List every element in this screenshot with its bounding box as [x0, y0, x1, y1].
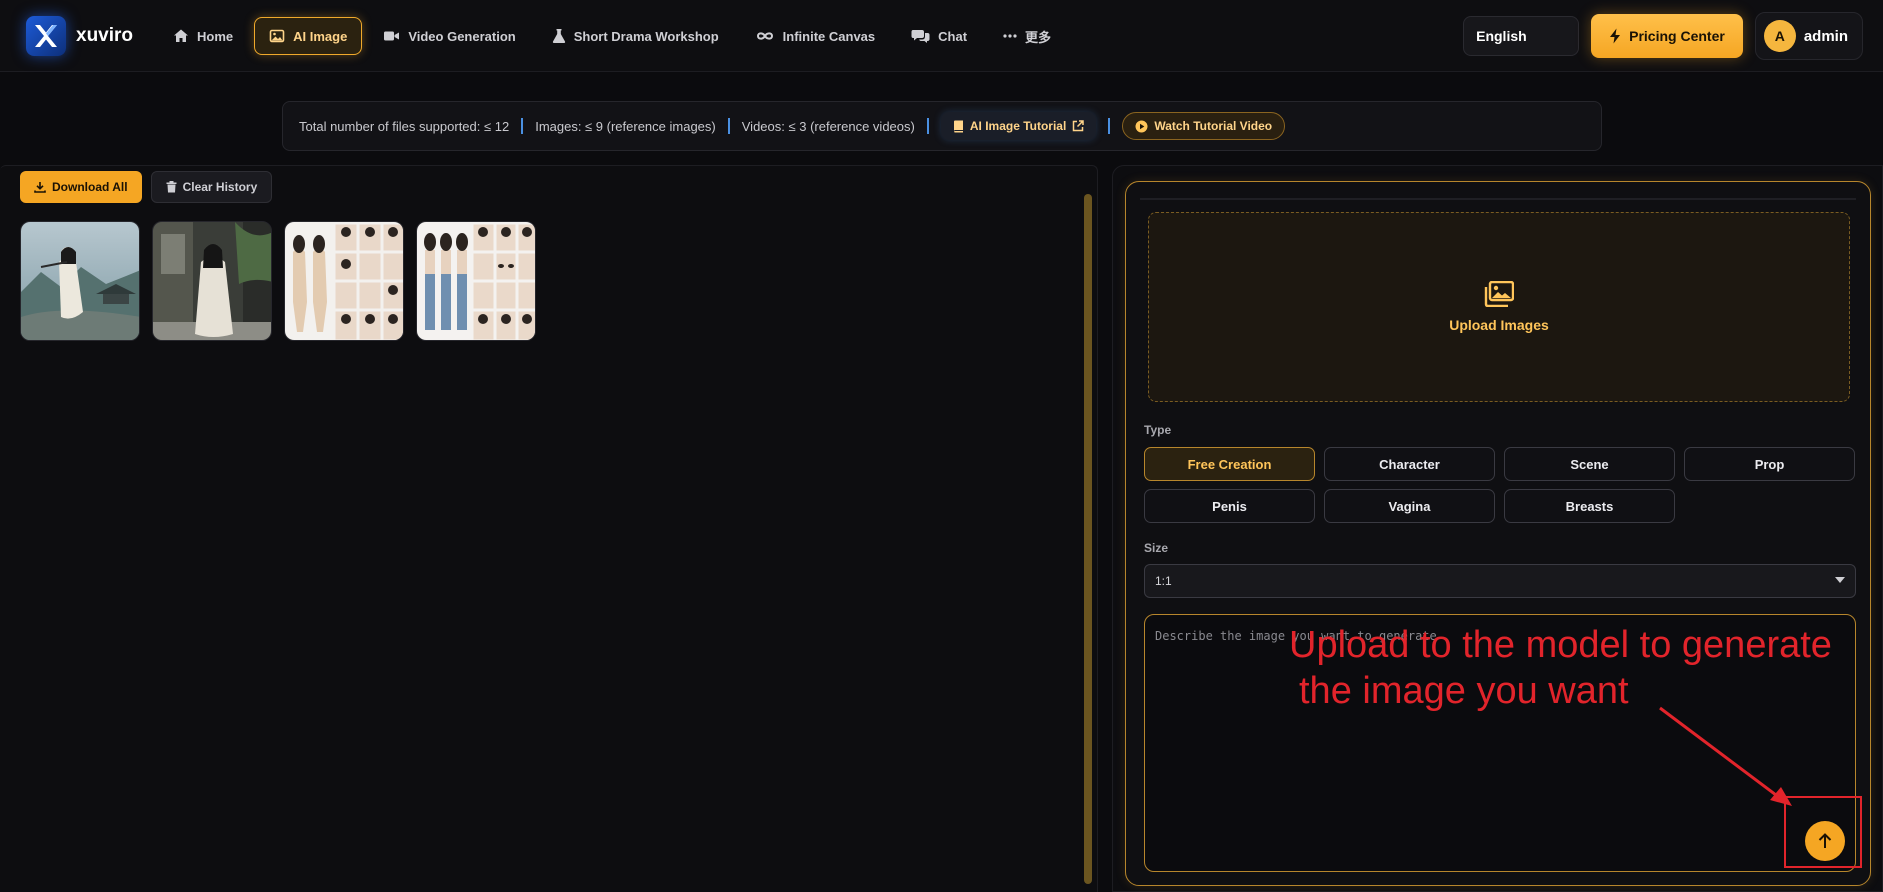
chat-icon: [911, 30, 930, 43]
caret-down-icon: [1835, 577, 1845, 583]
annotation-line-1: Upload to the model to generate: [1289, 624, 1832, 666]
nav-short-drama-workshop[interactable]: Short Drama Workshop: [537, 17, 734, 55]
nav-chat[interactable]: Chat: [896, 17, 982, 55]
external-link-icon: [1073, 120, 1085, 132]
size-value: 1:1: [1155, 574, 1172, 588]
x-logo-icon: [26, 16, 66, 56]
download-icon: [34, 182, 46, 193]
nav-chat-label: Chat: [938, 28, 968, 44]
pricing-center-button[interactable]: Pricing Center: [1591, 14, 1743, 58]
divider: [727, 118, 730, 134]
size-label: Size: [1144, 541, 1169, 555]
trash-icon: [166, 181, 177, 193]
type-options: Free Creation Character Scene Prop Penis…: [1144, 447, 1856, 523]
type-character[interactable]: Character: [1324, 447, 1495, 481]
image-icon: [269, 29, 285, 43]
divider: [1108, 118, 1111, 134]
type-breasts[interactable]: Breasts: [1504, 489, 1675, 523]
annotation-line-2: the image you want: [1299, 670, 1629, 712]
nav-home[interactable]: Home: [158, 17, 248, 55]
generate-submit-button[interactable]: [1805, 821, 1845, 861]
username: admin: [1803, 27, 1848, 45]
divider: [1140, 198, 1856, 200]
play-circle-icon: [1135, 120, 1148, 132]
watch-tutorial-video-label: Watch Tutorial Video: [1154, 119, 1273, 133]
history-panel: Download All Clear History: [0, 165, 1098, 892]
upload-images-dropzone[interactable]: Upload Images: [1148, 212, 1850, 402]
nav-ai-image[interactable]: AI Image: [254, 17, 363, 55]
top-navbar: xuviro Home AI Image Video Generation Sh…: [0, 0, 1883, 72]
nav-right: English Pricing Center A admin: [1463, 12, 1863, 60]
nav-video-generation-label: Video Generation: [408, 28, 516, 44]
type-prop[interactable]: Prop: [1684, 447, 1855, 481]
generator-card: Upload Images Type Free Creation Charact…: [1125, 181, 1871, 886]
ai-image-tutorial-label: AI Image Tutorial: [969, 119, 1067, 133]
nav-infinite-canvas-label: Infinite Canvas: [782, 28, 876, 44]
infinity-icon: [756, 32, 773, 40]
history-thumbnails: [20, 221, 536, 341]
history-thumbnail[interactable]: [284, 221, 404, 341]
type-vagina[interactable]: Vagina: [1324, 489, 1495, 523]
nav-infinite-canvas[interactable]: Infinite Canvas: [740, 17, 890, 55]
upload-images-label: Upload Images: [1449, 317, 1549, 333]
watch-tutorial-video-button[interactable]: Watch Tutorial Video: [1122, 112, 1286, 140]
clear-history-label: Clear History: [182, 180, 258, 194]
size-select[interactable]: 1:1: [1144, 564, 1856, 598]
clear-history-button[interactable]: Clear History: [150, 171, 273, 203]
language-select[interactable]: English: [1463, 16, 1580, 56]
book-icon: [953, 120, 963, 132]
videos-limit: Videos: ≤ 3 (reference videos): [741, 118, 915, 134]
history-scrollbar[interactable]: [1084, 194, 1092, 884]
nav-more[interactable]: 更多: [988, 17, 1066, 55]
images-limit: Images: ≤ 9 (reference images): [535, 118, 716, 134]
avatar: A: [1763, 20, 1796, 52]
home-icon: [174, 29, 188, 42]
pricing-center-label: Pricing Center: [1629, 28, 1725, 44]
nav-home-label: Home: [197, 28, 234, 44]
video-icon: [384, 31, 400, 41]
brand-name: xuviro: [76, 25, 134, 46]
nav-more-label: 更多: [1025, 29, 1052, 45]
type-free-creation[interactable]: Free Creation: [1144, 447, 1315, 481]
history-thumbnail[interactable]: [20, 221, 140, 341]
type-label: Type: [1144, 423, 1172, 437]
user-menu[interactable]: A admin: [1754, 12, 1863, 60]
type-penis[interactable]: Penis: [1144, 489, 1315, 523]
file-limits-bar: Total number of files supported: ≤ 12 Im…: [282, 101, 1602, 151]
flask-icon: [552, 29, 565, 43]
more-icon: [1003, 34, 1017, 38]
images-upload-icon: [1484, 281, 1514, 307]
download-all-label: Download All: [52, 180, 128, 194]
type-scene[interactable]: Scene: [1504, 447, 1675, 481]
history-toolbar: Download All Clear History: [20, 171, 273, 203]
divider: [926, 118, 929, 134]
ai-image-tutorial-link[interactable]: AI Image Tutorial: [940, 112, 1097, 140]
history-thumbnail[interactable]: [152, 221, 272, 341]
nav-short-drama-workshop-label: Short Drama Workshop: [573, 28, 719, 44]
brand-logo[interactable]: xuviro: [26, 16, 133, 56]
divider: [521, 118, 524, 134]
lightning-icon: [1610, 28, 1621, 44]
instruction-annotation: Upload to the model to generate the imag…: [1289, 622, 1879, 714]
download-all-button[interactable]: Download All: [20, 171, 142, 203]
main-nav: Home AI Image Video Generation Short Dra…: [158, 16, 1066, 56]
arrow-up-icon: [1818, 833, 1832, 848]
total-files-limit: Total number of files supported: ≤ 12: [299, 118, 510, 134]
history-thumbnail[interactable]: [416, 221, 536, 341]
nav-ai-image-label: AI Image: [293, 28, 348, 44]
nav-video-generation[interactable]: Video Generation: [368, 17, 530, 55]
